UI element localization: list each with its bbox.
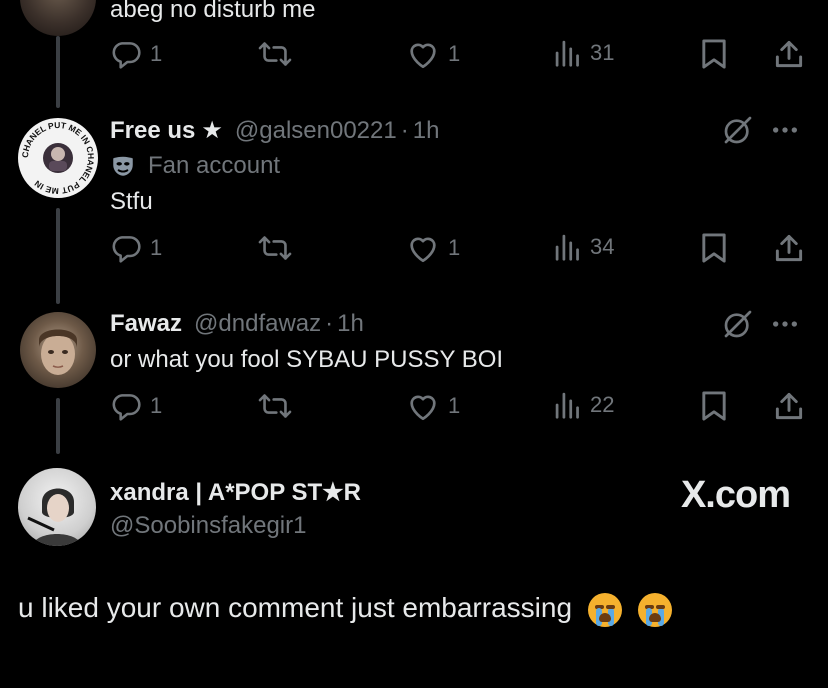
views-icon <box>555 234 579 261</box>
share-button[interactable] <box>774 390 804 422</box>
thread-line <box>56 208 60 304</box>
views-button[interactable]: 31 <box>554 38 614 68</box>
grok-icon[interactable] <box>722 308 754 340</box>
fan-account-text: Fan account <box>148 152 281 179</box>
loudly-crying-face-icon <box>637 592 672 627</box>
separator-dot: · <box>325 310 334 337</box>
timestamp[interactable]: 1h <box>413 117 440 145</box>
more-icon[interactable] <box>768 114 802 146</box>
mask-icon <box>113 156 133 176</box>
like-button[interactable]: 1 <box>406 38 460 70</box>
loudly-crying-face-icon <box>587 592 622 627</box>
share-icon <box>775 392 803 420</box>
tweet-header-actions <box>722 308 802 340</box>
avatar[interactable]: CHANEL PUT ME IN CHANEL PUT ME IN <box>18 118 98 198</box>
bookmark-button[interactable] <box>700 232 728 264</box>
views-button[interactable]: 22 <box>554 390 614 420</box>
reply-button[interactable]: 1 <box>110 38 162 70</box>
like-count: 1 <box>448 235 461 260</box>
like-count: 1 <box>448 393 461 418</box>
heart-icon <box>410 43 436 69</box>
fan-account-label: Fan account <box>110 152 280 180</box>
views-icon <box>555 392 579 419</box>
avatar-ring-text: CHANEL PUT ME IN CHANEL PUT ME IN <box>20 120 96 196</box>
post-text-line: u liked your own comment just embarrassi… <box>18 592 672 627</box>
user-handle[interactable]: @Soobinsfakegir1 <box>110 512 306 540</box>
share-button[interactable] <box>774 232 804 264</box>
bookmark-button[interactable] <box>700 390 728 422</box>
bookmark-icon <box>702 233 726 263</box>
reply-button[interactable]: 1 <box>110 390 162 422</box>
retweet-button[interactable] <box>258 38 292 70</box>
timestamp[interactable]: 1h <box>337 310 364 338</box>
views-icon <box>555 40 579 67</box>
reply-icon <box>112 42 141 69</box>
like-button[interactable]: 1 <box>406 232 460 264</box>
share-button[interactable] <box>774 38 804 70</box>
retweet-icon <box>258 236 292 260</box>
tweet-actions: 1 1 34 <box>110 228 810 268</box>
bookmark-button[interactable] <box>700 38 728 70</box>
tweet-header: Free us ★ @galsen00221 · 1h <box>110 116 439 145</box>
retweet-icon <box>258 394 292 418</box>
reply-count: 1 <box>150 235 163 260</box>
retweet-button[interactable] <box>258 390 292 422</box>
views-button[interactable]: 34 <box>554 232 614 262</box>
separator-dot: · <box>400 117 409 144</box>
heart-icon <box>410 395 436 421</box>
retweet-button[interactable] <box>258 232 292 264</box>
bookmark-icon <box>702 39 726 69</box>
tweet-text: abeg no disturb me <box>110 0 316 23</box>
thread-line <box>56 398 60 454</box>
post-text: u liked your own comment just embarrassi… <box>18 592 573 623</box>
x-com-watermark: X.com <box>680 474 791 516</box>
tweet-actions: 1 1 31 <box>110 34 810 74</box>
display-name[interactable]: xandra | A*POP ST★R <box>110 478 361 507</box>
avatar-face <box>39 329 77 375</box>
star-badge: ★ <box>201 117 223 144</box>
tweet-text: or what you fool SYBAU PUSSY BOI <box>110 346 504 373</box>
tweet-header-actions <box>722 114 802 146</box>
avatar[interactable] <box>18 468 96 546</box>
reply-count: 1 <box>150 41 163 66</box>
reply-count: 1 <box>150 393 163 418</box>
bookmark-icon <box>702 391 726 421</box>
avatar-photo <box>27 488 82 546</box>
share-icon <box>775 40 803 68</box>
like-count: 1 <box>448 41 461 66</box>
grok-icon[interactable] <box>722 114 754 146</box>
display-name[interactable]: Fawaz <box>110 310 182 338</box>
more-icon[interactable] <box>768 308 802 340</box>
avatar[interactable] <box>20 0 96 36</box>
avatar[interactable] <box>20 312 96 388</box>
views-count: 31 <box>590 40 615 65</box>
tweet-actions: 1 1 22 <box>110 386 810 426</box>
user-handle[interactable]: @galsen00221 <box>235 117 397 145</box>
views-count: 34 <box>590 234 615 259</box>
views-count: 22 <box>590 392 615 417</box>
tweet-text: Stfu <box>110 188 153 215</box>
tweet-header: Fawaz @dndfawaz · 1h <box>110 310 364 338</box>
reply-icon <box>112 394 141 421</box>
reply-button[interactable]: 1 <box>110 232 162 264</box>
heart-icon <box>410 237 436 263</box>
thread-line <box>56 36 60 108</box>
like-button[interactable]: 1 <box>406 390 460 422</box>
user-handle[interactable]: @dndfawaz <box>194 310 321 338</box>
display-name[interactable]: Free us <box>110 117 195 145</box>
retweet-icon <box>258 42 292 66</box>
reply-icon <box>112 236 141 263</box>
share-icon <box>775 234 803 262</box>
